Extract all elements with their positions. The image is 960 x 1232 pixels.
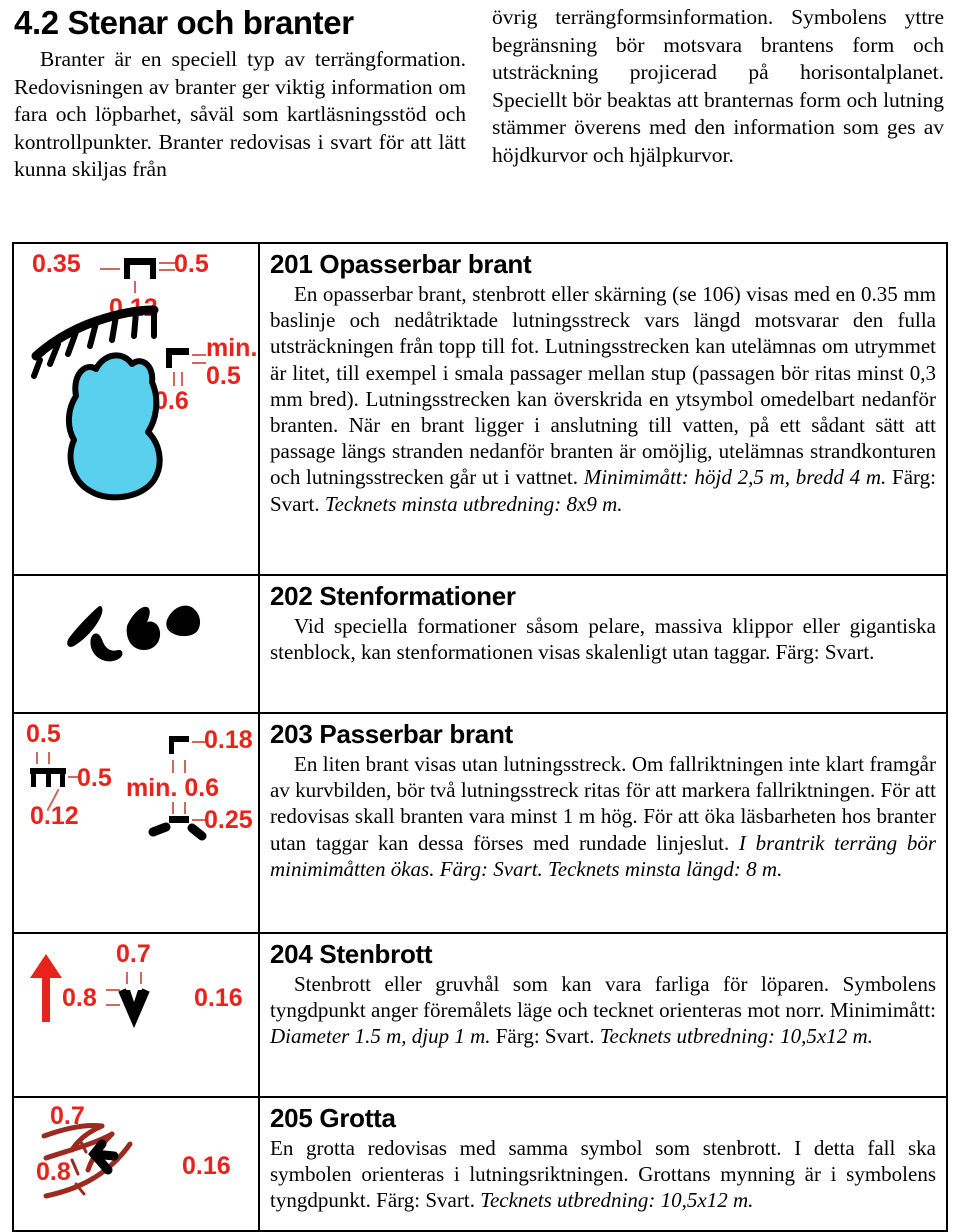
rock-formation-blobs	[67, 605, 201, 662]
symbol-body-202: Vid speciella formationer såsom pelare, …	[270, 614, 936, 665]
symbol-body-204: Stenbrott eller gruvhål som kan vara far…	[270, 971, 936, 1050]
figure-202-rock-formations	[14, 576, 258, 712]
symbol-table: 0.35 0.5 0.12 min. 0.5 0.6 201 Opasserba…	[12, 242, 948, 1232]
text-cell-201: 201 Opasserbar brant En opasserbar brant…	[260, 244, 946, 574]
symbol-heading-203: 203 Passerbar brant	[270, 719, 513, 749]
figure-cell-203: 0.5 0.5 0.12 0.18 min. 0.6 0.25	[14, 714, 260, 932]
intro-paragraph-right: övrig terrängformsinformation. Symbolens…	[492, 5, 944, 167]
page-title: 4.2 Stenar och branter	[14, 4, 354, 41]
figure-cell-205: 0.7 0.8 0.16	[14, 1098, 260, 1230]
table-row: 0.5 0.5 0.12 0.18 min. 0.6 0.25 203 Pass…	[14, 714, 946, 934]
table-row: 0.8 0.7 0.16 204 Stenbrott Stenbrott ell…	[14, 934, 946, 1098]
symbol-body-201: En opasserbar brant, stenbrott eller skä…	[270, 281, 936, 517]
intro-block: 4.2 Stenar och branter Branter är en spe…	[0, 0, 960, 184]
table-row: 202 Stenformationer Vid speciella format…	[14, 576, 946, 714]
document-page: 4.2 Stenar och branter Branter är en spe…	[0, 0, 960, 1232]
figure-cell-204: 0.8 0.7 0.16	[14, 934, 260, 1096]
table-row: 0.7 0.8 0.16 205 Grotta En grotta redovi…	[14, 1098, 946, 1230]
symbol-body-203: En liten brant visas utan lutningsstreck…	[270, 751, 936, 882]
symbol-body-205: En grotta redovisas med samma symbol som…	[270, 1135, 936, 1214]
text-cell-203: 203 Passerbar brant En liten brant visas…	[260, 714, 946, 932]
symbol-body-italic-2: Tecknets minsta utbredning: 8x9 m.	[324, 491, 623, 516]
figure-204-quarry: 0.8 0.7 0.16	[14, 934, 258, 1096]
symbol-heading-202: 202 Stenformationer	[270, 581, 516, 611]
symbol-heading-201: 201 Opasserbar brant	[270, 249, 532, 279]
figure-203-passable-cliff: 0.5 0.5 0.12 0.18 min. 0.6 0.25	[14, 714, 258, 932]
figure-cell-201: 0.35 0.5 0.12 min. 0.5 0.6	[14, 244, 260, 574]
quarry-v-glyph	[118, 988, 150, 1029]
figure-201-impassable-cliff: 0.35 0.5 0.12 min. 0.5 0.6	[14, 244, 258, 574]
figure-205-cave: 0.7 0.8 0.16	[14, 1098, 258, 1230]
fall-direction-ticks	[148, 822, 207, 841]
symbol-body-tail: Färg: Svart.	[490, 1024, 600, 1049]
symbol-body-italic: Diameter 1.5 m, djup 1 m.	[270, 1024, 491, 1049]
symbol-body-text: En opasserbar brant, stenbrott eller skä…	[270, 282, 936, 490]
text-cell-205: 205 Grotta En grotta redovisas med samma…	[260, 1098, 946, 1230]
intro-column-right: övrig terrängformsinformation. Symbolens…	[492, 4, 944, 184]
dim-label: 0.16	[194, 984, 243, 1012]
symbol-body-text: Stenbrott eller gruvhål som kan vara far…	[270, 972, 936, 1023]
symbol-body-italic-2: Tecknets utbredning: 10,5x12 m.	[599, 1024, 873, 1049]
intro-column-left: 4.2 Stenar och branter Branter är en spe…	[14, 4, 466, 184]
intro-paragraph-left: Branter är en speciell typ av terrängfor…	[14, 47, 466, 181]
text-cell-204: 204 Stenbrott Stenbrott eller gruvhål so…	[260, 934, 946, 1096]
symbol-heading-205: 205 Grotta	[270, 1103, 396, 1133]
figure-cell-202	[14, 576, 260, 712]
dim-label: 0.16	[182, 1152, 231, 1180]
symbol-body-italic: Tecknets utbredning: 10,5x12 m.	[480, 1188, 754, 1213]
symbol-heading-204: 204 Stenbrott	[270, 939, 433, 969]
cliff-lake-illustration	[31, 305, 163, 501]
text-cell-202: 202 Stenformationer Vid speciella format…	[260, 576, 946, 712]
table-row: 0.35 0.5 0.12 min. 0.5 0.6 201 Opasserba…	[14, 244, 946, 576]
symbol-body-italic: Minimimått: höjd 2,5 m, bredd 4 m.	[583, 465, 887, 490]
